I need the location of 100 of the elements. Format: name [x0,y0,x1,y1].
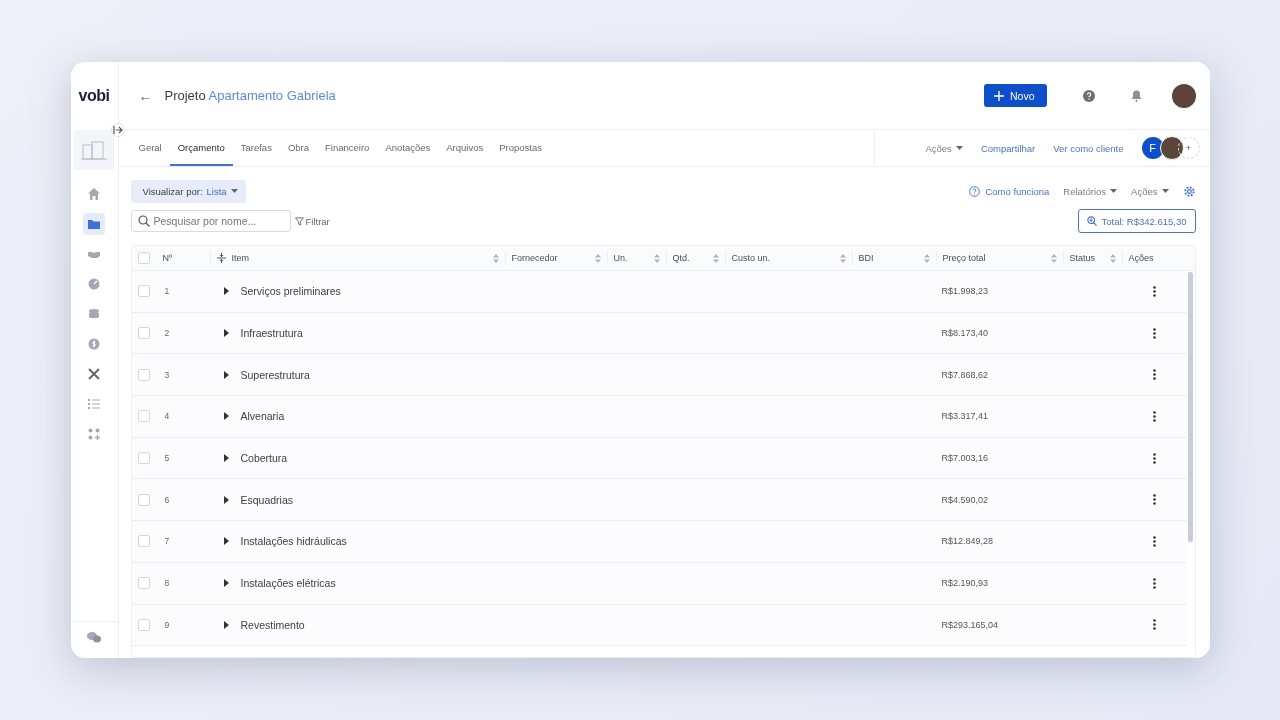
zoom-in-icon [1087,216,1098,226]
share-link[interactable]: Compartilhar [980,142,1036,154]
tab[interactable]: Obra [279,130,317,166]
new-button[interactable]: Novo [984,84,1047,107]
caret-icon [955,146,963,150]
row-number: 2 [164,328,170,339]
item-name: Serviços preliminares [240,285,341,298]
more-options-icon[interactable] [1152,494,1156,506]
column-header: Un. [613,253,628,263]
user-avatar[interactable] [1171,83,1196,108]
sort-icon[interactable] [712,253,719,263]
item-name: Esquadrias [240,493,294,506]
row-number: 9 [164,619,170,630]
more-options-icon[interactable] [1152,327,1156,339]
sort-icon[interactable] [653,253,660,263]
filter-icon [294,216,304,226]
brand-logo[interactable]: vobi [78,62,110,130]
item-name: Revestimento [240,618,305,631]
tab[interactable]: Propostas [491,130,551,166]
item-name: Alvenaria [240,410,285,423]
select-all-checkbox[interactable] [137,252,150,264]
sort-icon[interactable] [839,253,846,263]
caret-icon [1161,189,1169,193]
help-icon[interactable] [1082,89,1095,102]
expand-icon[interactable] [223,537,229,546]
total-price: R$7.003,16 [941,453,989,464]
row-number: 6 [164,494,170,505]
collapse-icon[interactable] [216,253,226,263]
expand-icon[interactable] [223,579,229,588]
total-price: R$4.590,02 [941,494,989,505]
row-number: 3 [164,369,170,380]
row-checkbox[interactable] [137,368,150,381]
actions-dropdown[interactable]: Ações [925,142,963,154]
total-price: R$293.165,04 [941,619,999,630]
chat-icon[interactable] [86,630,102,644]
more-options-icon[interactable] [1152,535,1156,547]
expand-icon[interactable] [223,495,229,504]
more-options-icon[interactable] [1152,410,1156,422]
tab[interactable]: Anotações [377,130,439,166]
more-options-icon[interactable] [1152,619,1156,631]
sort-icon[interactable] [1109,253,1116,263]
column-header: Nº [162,253,173,263]
folder-icon[interactable] [83,213,105,235]
more-options-icon[interactable] [1152,577,1156,589]
row-checkbox[interactable] [137,618,150,631]
row-number: 5 [164,453,170,464]
sort-icon[interactable] [923,253,930,263]
project-title: Projeto Apartamento Gabriela [164,88,336,103]
client-view-link[interactable]: Ver como cliente [1053,142,1124,154]
filter-button[interactable]: Filtrar [294,215,330,227]
row-checkbox[interactable] [137,285,150,298]
expand-icon[interactable] [223,454,229,463]
column-header: Preço total [942,253,986,263]
column-header: Ações [1128,253,1154,263]
expand-icon[interactable] [223,370,229,379]
reports-dropdown[interactable]: Relatórios [1063,185,1118,197]
item-name: Infraestrutura [240,327,303,340]
total-price: R$12.849,28 [941,536,994,547]
expand-icon[interactable] [223,412,229,421]
row-checkbox[interactable] [137,535,150,548]
user-initial-avatar[interactable]: F [1141,137,1164,159]
view-by-dropdown[interactable]: Visualizar por: Lista [130,179,246,203]
actions-dropdown[interactable]: Ações [1131,185,1169,197]
row-checkbox[interactable] [137,493,150,506]
total-price: R$2.190,93 [941,578,989,589]
more-options-icon[interactable] [1152,369,1156,381]
row-number: 4 [164,411,170,422]
expand-icon[interactable] [223,329,229,338]
sort-icon[interactable] [1050,253,1057,263]
item-name: Superestrutura [240,368,310,381]
more-options-icon[interactable] [1152,452,1156,464]
row-checkbox[interactable] [137,410,150,423]
caret-icon [1110,189,1118,193]
tab[interactable]: Geral [130,130,170,166]
search-field[interactable]: Pesquisar por nome... [130,210,291,232]
total-price: R$3.317,41 [941,411,989,422]
column-header: Item [231,253,249,263]
tab[interactable]: Tarefas [232,130,280,166]
total-button[interactable]: Total: R$342.615,30 [1078,209,1196,233]
row-checkbox[interactable] [137,577,150,590]
how-it-works-link[interactable]: Como funciona [969,185,1050,197]
notification-bell-icon[interactable] [1130,89,1142,102]
tab[interactable]: Arquivos [438,130,492,166]
row-number: 8 [164,578,170,589]
user-avatar[interactable] [1159,136,1184,160]
tab[interactable]: Orçamento [169,130,233,166]
expand-icon[interactable] [223,620,229,629]
total-price: R$7.868,62 [941,369,989,380]
row-checkbox[interactable] [137,452,150,465]
column-header: Fornecedor [511,253,558,263]
back-icon[interactable]: ← [138,87,153,104]
sort-icon[interactable] [594,253,601,263]
row-checkbox[interactable] [137,327,150,340]
expand-icon[interactable] [223,287,229,296]
item-name: Cobertura [240,452,288,465]
sort-icon[interactable] [492,253,499,263]
more-options-icon[interactable] [1152,285,1156,297]
settings-icon[interactable] [1182,184,1196,198]
expand-sidebar-icon[interactable] [110,123,125,137]
tab[interactable]: Financeiro [317,130,378,166]
